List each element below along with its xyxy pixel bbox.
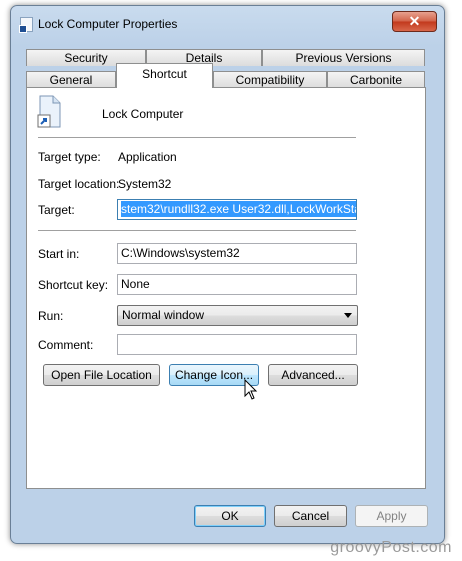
tab-row-back: Security Details Previous Versions xyxy=(26,49,425,67)
start-in-label: Start in: xyxy=(38,247,80,261)
target-location-label: Target location: xyxy=(38,177,120,191)
tab-carbonite[interactable]: Carbonite xyxy=(327,71,425,88)
apply-button[interactable]: Apply xyxy=(355,505,428,527)
comment-input[interactable] xyxy=(117,334,357,355)
shortcut-key-input[interactable]: None xyxy=(117,274,357,295)
tab-previous-versions[interactable]: Previous Versions xyxy=(262,49,425,66)
title-bar[interactable]: Lock Computer Properties ✕ xyxy=(11,6,444,34)
advanced-button[interactable]: Advanced... xyxy=(268,364,358,386)
window-title: Lock Computer Properties xyxy=(38,17,178,31)
start-in-input[interactable]: C:\Windows\system32 xyxy=(117,243,357,264)
target-type-value: Application xyxy=(118,150,177,164)
separator xyxy=(38,137,356,138)
target-label: Target: xyxy=(38,203,75,217)
comment-label: Comment: xyxy=(38,338,94,352)
target-type-label: Target type: xyxy=(38,150,101,164)
shortcut-name: Lock Computer xyxy=(102,107,184,121)
tab-compatibility[interactable]: Compatibility xyxy=(213,71,327,88)
target-input-text: stem32\rundll32.exe User32.dll,LockWorkS… xyxy=(121,201,356,217)
shortcut-icon xyxy=(37,95,61,128)
tab-row-front: General Shortcut Compatibility Carbonite xyxy=(26,63,425,88)
close-button[interactable]: ✕ xyxy=(392,11,437,32)
mouse-cursor-icon xyxy=(244,379,258,400)
run-select[interactable]: Normal window xyxy=(117,305,358,326)
tab-general[interactable]: General xyxy=(26,71,116,88)
cancel-button[interactable]: Cancel xyxy=(274,505,347,527)
ok-button[interactable]: OK xyxy=(194,505,266,527)
run-label: Run: xyxy=(38,309,64,323)
chevron-down-icon xyxy=(344,313,352,318)
run-select-value: Normal window xyxy=(122,308,205,322)
shortcut-file-icon xyxy=(19,17,33,33)
tab-shortcut[interactable]: Shortcut xyxy=(116,63,213,88)
open-file-location-button[interactable]: Open File Location xyxy=(43,364,160,386)
separator xyxy=(38,230,356,231)
target-input[interactable]: stem32\rundll32.exe User32.dll,LockWorkS… xyxy=(117,199,357,220)
shortcut-key-label: Shortcut key: xyxy=(38,278,109,292)
target-location-value: System32 xyxy=(118,177,172,191)
watermark: groovyPost.com xyxy=(330,539,452,556)
